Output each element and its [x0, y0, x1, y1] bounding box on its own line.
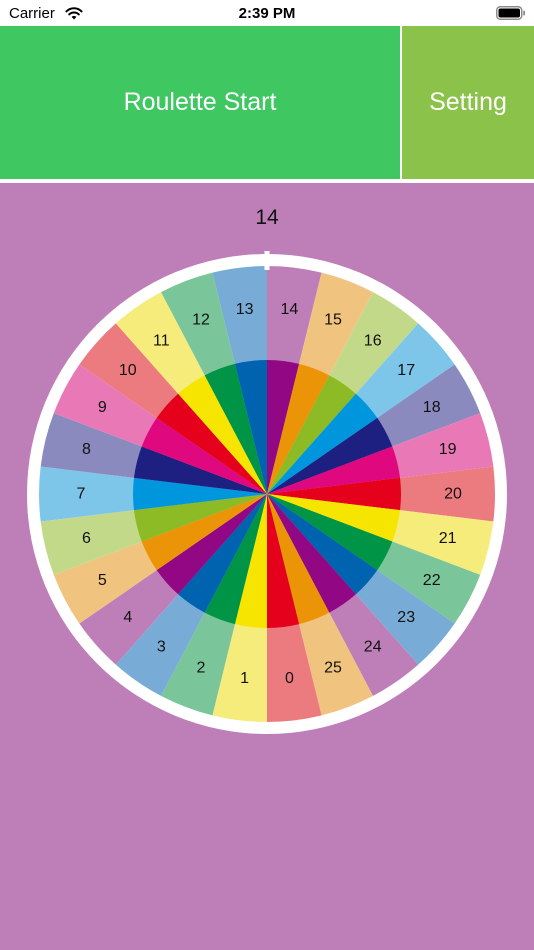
wheel-label: 4: [123, 609, 132, 626]
roulette-wheel[interactable]: 1415161718192021222324250123456789101112…: [0, 0, 534, 950]
wheel-label: 15: [324, 312, 342, 329]
wheel-label: 25: [324, 659, 342, 676]
wheel-label: 16: [364, 332, 382, 349]
app-screen: Carrier 2:39 PM Roulette Start Setting 1…: [0, 0, 534, 950]
wheel-label: 14: [281, 301, 299, 318]
wheel-label: 5: [98, 572, 107, 589]
wheel-label: 8: [82, 441, 91, 458]
wheel-label: 0: [285, 670, 294, 687]
wheel-label: 6: [82, 530, 91, 547]
wheel-label: 3: [157, 639, 166, 656]
wheel-label: 1: [240, 670, 249, 687]
wheel-label: 11: [153, 332, 170, 349]
wheel-label: 7: [77, 486, 86, 503]
wheel-label: 10: [119, 362, 137, 379]
wheel-label: 19: [439, 441, 457, 458]
wheel-label: 21: [439, 530, 457, 547]
wheel-label: 2: [197, 659, 206, 676]
wheel-label: 22: [423, 572, 441, 589]
wheel-label: 9: [98, 399, 107, 416]
pointer-marker: [264, 251, 270, 270]
wheel-label: 12: [192, 312, 210, 329]
wheel-label: 23: [397, 609, 415, 626]
wheel-label: 18: [423, 399, 441, 416]
wheel-label: 24: [364, 639, 382, 656]
wheel-label: 13: [236, 301, 254, 318]
wheel-label: 20: [444, 486, 462, 503]
wheel-label: 17: [397, 362, 415, 379]
